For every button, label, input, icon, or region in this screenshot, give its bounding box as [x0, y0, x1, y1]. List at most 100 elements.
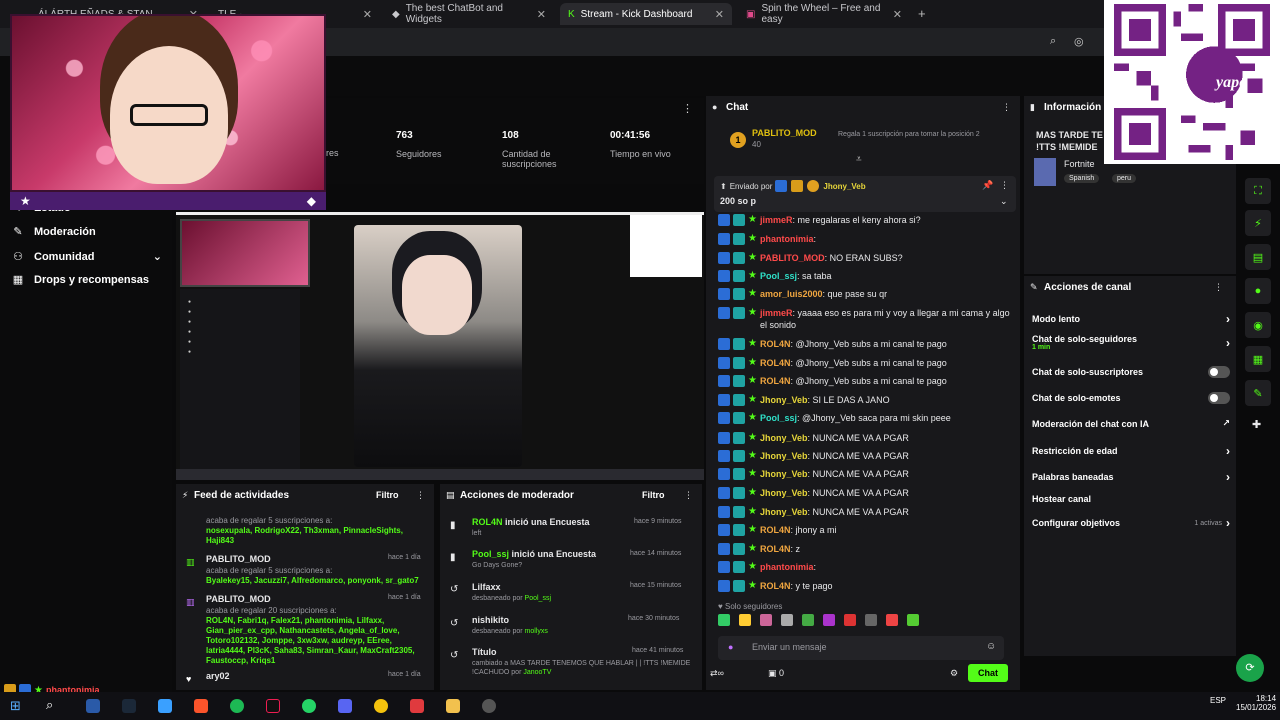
chat-username[interactable]: Pool_ssj: [760, 271, 797, 281]
zoom-icon[interactable]: ⌕: [1050, 35, 1056, 48]
whatsapp-icon[interactable]: [302, 699, 316, 713]
channel-action-item[interactable]: Restricción de edad ›: [1032, 444, 1230, 458]
channel-action-item[interactable]: Configurar objetivos 1 activas ›: [1032, 516, 1230, 530]
emote-icon[interactable]: [781, 614, 793, 626]
app-icon[interactable]: [410, 699, 424, 713]
chat-username[interactable]: Jhony_Veb: [760, 433, 808, 443]
channel-action-control[interactable]: ↗: [1222, 418, 1230, 429]
language-indicator[interactable]: ESP: [1210, 696, 1226, 705]
channel-action-item[interactable]: Chat de solo-seguidores 1 min ›: [1032, 334, 1230, 351]
new-tab-button[interactable]: +: [918, 6, 926, 21]
chat-username[interactable]: Jhony_Veb: [760, 507, 808, 517]
obs-icon[interactable]: [482, 699, 496, 713]
mod-action-title[interactable]: Lilfaxx: [472, 582, 501, 592]
unpin-icon[interactable]: 📌: [982, 180, 993, 191]
chat-username[interactable]: phantonimia: [760, 234, 814, 244]
puzzle-icon[interactable]: ✚: [1252, 418, 1261, 431]
filter-button[interactable]: Filtro: [642, 490, 665, 500]
browser-tab-3[interactable]: K Stream - Kick Dashboard ✕: [560, 3, 732, 25]
channel-action-item[interactable]: Palabras baneadas ›: [1032, 470, 1230, 484]
tiktok-icon[interactable]: [266, 699, 280, 713]
channel-action-item[interactable]: Hostear canal: [1032, 494, 1230, 504]
fullscreen-icon[interactable]: ⛶: [1245, 178, 1271, 204]
top-gifter[interactable]: PABLITO_MOD: [752, 128, 817, 138]
chat-username[interactable]: jimmeR: [760, 308, 793, 318]
feed-user[interactable]: PABLITO_MOD: [206, 594, 271, 604]
leaderboard-toggle-icon[interactable]: ⩡: [856, 154, 862, 165]
browser-tab-2[interactable]: ◆ The best ChatBot and Widgets ✕: [384, 3, 554, 25]
emote-icon[interactable]: [739, 614, 751, 626]
emote-icon[interactable]: [718, 614, 730, 626]
floating-action-icon[interactable]: ⟳: [1236, 654, 1264, 682]
app-icon[interactable]: [158, 699, 172, 713]
chat-username[interactable]: ROL4N: [760, 581, 791, 591]
emote-icon[interactable]: [760, 614, 772, 626]
more-icon[interactable]: ⋮: [684, 490, 693, 501]
app-icon[interactable]: [86, 699, 100, 713]
chat-username[interactable]: amor_luis2000: [760, 289, 823, 299]
mod-user[interactable]: Pool_ssj: [472, 549, 509, 559]
close-icon[interactable]: ✕: [537, 8, 546, 21]
chat-username[interactable]: Jhony_Veb: [760, 451, 808, 461]
chat-icon[interactable]: ●: [1245, 278, 1271, 304]
gear-icon[interactable]: ⚙: [950, 668, 958, 679]
chat-username[interactable]: ROL4N: [760, 376, 791, 386]
emoji-icon[interactable]: ☺: [986, 641, 996, 652]
layout-icon[interactable]: ▦: [1245, 346, 1271, 372]
mod-user[interactable]: ROL4N: [472, 517, 503, 527]
mod-action-title[interactable]: nishikito: [472, 615, 509, 625]
mic-icon[interactable]: ●: [728, 642, 733, 652]
emote-icon[interactable]: [907, 614, 919, 626]
emote-icon[interactable]: [865, 614, 877, 626]
chat-username[interactable]: Jhony_Veb: [760, 469, 808, 479]
toggle-switch[interactable]: [1208, 392, 1230, 404]
channel-action-control[interactable]: ›: [1226, 470, 1230, 484]
chat-username[interactable]: Jhony_Veb: [760, 395, 808, 405]
stream-preview[interactable]: ● ● ● ● ● ●: [176, 212, 704, 480]
chat-username[interactable]: jimmeR: [760, 215, 793, 225]
channel-action-item[interactable]: Moderación del chat con IA ↗: [1032, 418, 1230, 429]
chrome-icon[interactable]: [374, 699, 388, 713]
chat-send-button[interactable]: Chat: [968, 664, 1008, 682]
browser-tab-4[interactable]: ▣ Spin the Wheel – Free and easy ✕: [738, 3, 910, 25]
feed-user[interactable]: PABLITO_MOD: [206, 554, 271, 564]
steam-icon[interactable]: [122, 699, 136, 713]
mod-user[interactable]: JanooTV: [523, 669, 551, 676]
feed-user[interactable]: ary02: [206, 671, 230, 681]
broadcast-icon[interactable]: ◉: [1245, 312, 1271, 338]
channel-action-control[interactable]: ›: [1226, 444, 1230, 458]
chat-input[interactable]: ● Enviar un mensaje ☺: [718, 636, 1004, 660]
close-icon[interactable]: ✕: [893, 8, 902, 21]
channel-action-control[interactable]: ›: [1226, 312, 1230, 326]
flash-icon[interactable]: ⚡: [1245, 210, 1271, 236]
chat-username[interactable]: ROL4N: [760, 358, 791, 368]
infinity-icon[interactable]: ⇄∞: [710, 668, 724, 678]
emote-icon[interactable]: [802, 614, 814, 626]
chevron-down-icon[interactable]: ⌄: [1000, 196, 1008, 207]
chat-username[interactable]: PABLITO_MOD: [760, 253, 825, 263]
filter-button[interactable]: Filtro: [376, 490, 399, 500]
brave-icon[interactable]: [194, 699, 208, 713]
chat-username[interactable]: Pool_ssj: [760, 413, 797, 423]
nav-item-comunidad[interactable]: ⚇ Comunidad ⌄: [12, 250, 162, 264]
toggle-switch[interactable]: [1208, 366, 1230, 378]
channel-action-item[interactable]: Chat de solo-emotes: [1032, 392, 1230, 404]
spotify-icon[interactable]: [230, 699, 244, 713]
mod-user[interactable]: Pool_ssj: [525, 595, 551, 602]
close-icon[interactable]: ✕: [715, 8, 724, 21]
folder-icon[interactable]: [446, 699, 460, 713]
mod-user[interactable]: mollyxs: [525, 628, 548, 635]
emote-icon[interactable]: [844, 614, 856, 626]
channel-action-control[interactable]: [1208, 392, 1230, 404]
more-icon[interactable]: ⋮: [682, 102, 693, 115]
more-icon[interactable]: ⋮: [1000, 180, 1009, 191]
windows-start-icon[interactable]: ⊞: [10, 698, 21, 714]
emote-icon[interactable]: [886, 614, 898, 626]
more-icon[interactable]: ⋮: [416, 490, 425, 501]
chat-username[interactable]: phantonimia: [760, 562, 814, 572]
discord-icon[interactable]: [338, 699, 352, 713]
wrench-icon[interactable]: ✎: [1245, 380, 1271, 406]
chat-username[interactable]: ROL4N: [760, 544, 791, 554]
channel-action-item[interactable]: Chat de solo-suscriptores: [1032, 366, 1230, 378]
channel-action-control[interactable]: [1208, 366, 1230, 378]
